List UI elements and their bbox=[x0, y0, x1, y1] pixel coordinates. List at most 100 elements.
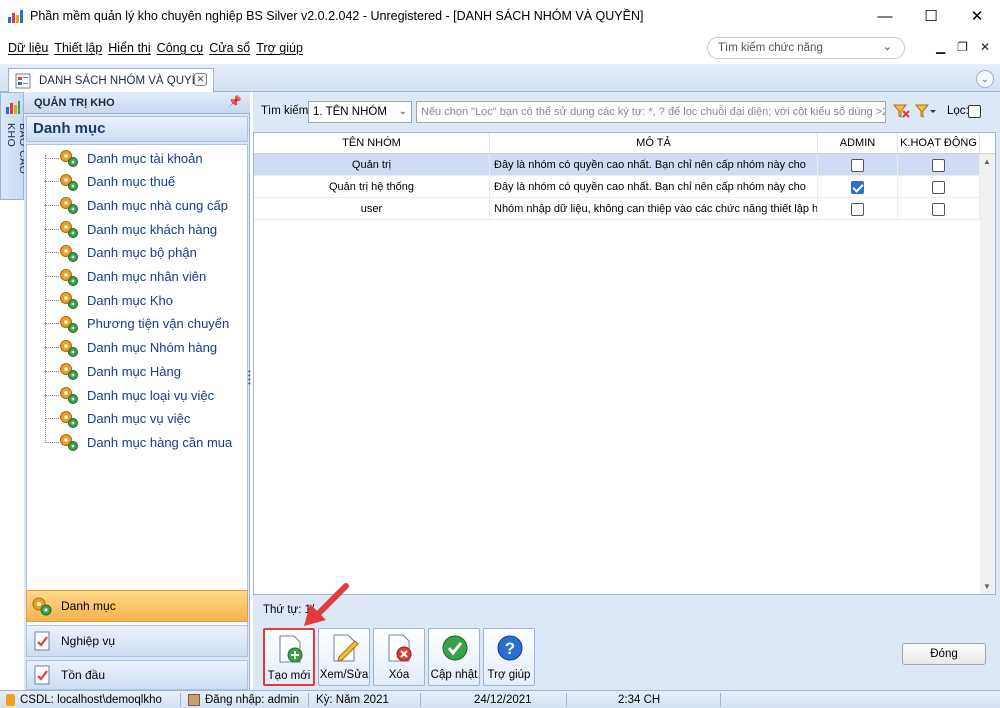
table-row[interactable]: Quản trị hệ thống Đây là nhóm có quyền ca… bbox=[254, 176, 980, 198]
search-field-select[interactable]: 1. TÊN NHÓM ⌄ bbox=[308, 101, 412, 123]
tree-item-hang[interactable]: Danh mục Hàng bbox=[45, 360, 181, 382]
gears-icon bbox=[31, 595, 53, 617]
close-button[interactable]: Đóng bbox=[902, 643, 986, 665]
nav-button-label: Nghiệp vụ bbox=[61, 634, 116, 648]
gears-icon bbox=[59, 432, 79, 452]
cell-admin bbox=[818, 154, 898, 176]
grid-header: TÊN NHÓM MÔ TẢ ADMIN K.HOẠT ĐỘNG bbox=[254, 133, 995, 154]
nav-button-nghiep-vu[interactable]: Nghiệp vụ bbox=[26, 625, 248, 657]
status-date: 24/12/2021 bbox=[474, 694, 532, 706]
menu-du-lieu[interactable]: Dữ liệu bbox=[8, 41, 48, 55]
tree-item-tai-khoan[interactable]: Danh mục tài khoản bbox=[45, 147, 203, 169]
nav-button-ton-dau[interactable]: Tồn đầu bbox=[26, 660, 248, 690]
vertical-scrollbar[interactable]: ▲ ▼ bbox=[980, 154, 995, 594]
admin-checkbox[interactable] bbox=[851, 202, 864, 216]
panel-header: QUẢN TRỊ KHO 📌 bbox=[24, 92, 250, 114]
tree-item-label: Danh mục vụ việc bbox=[87, 411, 191, 427]
cell-ten-nhom: user bbox=[254, 198, 490, 220]
tree-item-hang-can-mua[interactable]: Danh mục hàng cần mua bbox=[45, 431, 232, 453]
tree-item-khach-hang[interactable]: Danh mục khách hàng bbox=[45, 218, 217, 240]
vertical-splitter[interactable]: • • • • bbox=[248, 368, 252, 388]
menu-thiet-lap[interactable]: Thiết lập bbox=[54, 41, 102, 55]
tree-item-label: Danh mục Kho bbox=[87, 292, 173, 308]
new-button-label: Tạo mới bbox=[267, 670, 311, 682]
status-period: Kỳ: Năm 2021 bbox=[316, 694, 389, 706]
panel-header-title: QUẢN TRỊ KHO bbox=[34, 96, 115, 109]
inactive-checkbox[interactable] bbox=[932, 202, 945, 216]
side-tab-bao-cao-kho[interactable]: BÁO CÁO KHO bbox=[0, 92, 29, 200]
edit-button[interactable]: Xem/Sửa bbox=[318, 628, 370, 686]
search-field-value: 1. TÊN NHÓM bbox=[313, 106, 387, 118]
menu-tro-giup[interactable]: Trợ giúp bbox=[256, 41, 303, 55]
gears-icon bbox=[59, 314, 79, 334]
status-bar: CSDL: localhost\demoqlkho Đăng nhập: adm… bbox=[0, 690, 1000, 708]
cell-mo-ta: Nhóm nhập dữ liệu, không can thiệp vào c… bbox=[490, 198, 818, 220]
mdi-restore-button[interactable]: ❐ bbox=[957, 40, 968, 54]
menu-hien-thi[interactable]: Hiển thị bbox=[108, 41, 150, 55]
inactive-checkbox[interactable] bbox=[932, 158, 945, 172]
tree-item-nhom-hang[interactable]: Danh mục Nhóm hàng bbox=[45, 337, 217, 359]
update-button[interactable]: Cập nhật bbox=[428, 628, 480, 686]
chevron-down-icon: ⌄ bbox=[398, 106, 407, 117]
inactive-checkbox[interactable] bbox=[932, 180, 945, 194]
tree-item-vu-viec[interactable]: Danh mục vụ việc bbox=[45, 408, 190, 430]
tree-item-phuong-tien[interactable]: Phương tiện vận chuyển bbox=[45, 313, 229, 335]
scroll-down-icon[interactable]: ▼ bbox=[983, 582, 991, 591]
svg-text:?: ? bbox=[505, 639, 515, 658]
tree-item-thue[interactable]: Danh mục thuế bbox=[45, 171, 175, 193]
tab-danh-sach-nhom[interactable]: DANH SÁCH NHÓM VÀ QUYỀN ✕ bbox=[8, 68, 214, 92]
delete-document-icon bbox=[386, 633, 414, 663]
grid-document-icon bbox=[15, 73, 31, 89]
menu-cua-so[interactable]: Cửa sổ bbox=[209, 41, 250, 55]
table-row[interactable]: user Nhóm nhập dữ liệu, không can thiệp v… bbox=[254, 198, 980, 220]
tree-item-kho[interactable]: Danh mục Kho bbox=[45, 289, 173, 311]
maximize-button[interactable]: ☐ bbox=[908, 0, 954, 32]
mdi-close-button[interactable]: ✕ bbox=[980, 40, 990, 54]
tree-item-label: Danh mục khách hàng bbox=[87, 221, 218, 237]
column-header-ten-nhom[interactable]: TÊN NHÓM bbox=[254, 133, 490, 154]
mdi-minimize-button[interactable]: ▁ bbox=[936, 40, 945, 54]
column-header-k-hoat-dong[interactable]: K.HOẠT ĐỘNG bbox=[898, 133, 980, 154]
tab-list-dropdown-icon[interactable]: ⌄ bbox=[976, 70, 994, 88]
close-window-button[interactable]: ✕ bbox=[954, 0, 1000, 32]
delete-button[interactable]: Xóa bbox=[373, 628, 425, 686]
action-toolbar: Tạo mới Xem/Sửa Xóa Cập nhật ? Trợ giúp bbox=[253, 624, 1000, 690]
update-button-label: Cập nhật bbox=[430, 669, 478, 681]
table-row[interactable]: Quản trị Đây là nhóm có quyền cao nhất. B… bbox=[254, 154, 980, 176]
filter-checkbox[interactable] bbox=[968, 105, 981, 118]
cell-admin bbox=[818, 198, 898, 220]
help-button-label: Trợ giúp bbox=[487, 669, 531, 681]
help-button[interactable]: ? Trợ giúp bbox=[483, 628, 535, 686]
pin-icon[interactable]: 📌 bbox=[228, 95, 242, 108]
admin-checkbox[interactable] bbox=[851, 158, 864, 172]
column-header-admin[interactable]: ADMIN bbox=[818, 133, 898, 154]
function-search-combo[interactable]: Tìm kiếm chức năng ⌄ bbox=[707, 37, 905, 59]
tree-item-nhan-vien[interactable]: Danh mục nhân viên bbox=[45, 266, 206, 288]
scroll-up-icon[interactable]: ▲ bbox=[983, 157, 991, 166]
status-db-text: CSDL: localhost\demoqlkho bbox=[20, 694, 162, 706]
minimize-button[interactable]: — bbox=[862, 0, 908, 32]
nav-button-danh-muc[interactable]: Danh mục bbox=[26, 590, 248, 622]
filter-options-icon[interactable] bbox=[914, 103, 937, 122]
filter-label: Lọc: bbox=[947, 105, 969, 117]
tree-item-label: Danh mục hàng cần mua bbox=[87, 434, 233, 450]
new-button[interactable]: Tạo mới bbox=[263, 628, 315, 686]
clear-filter-icon[interactable] bbox=[892, 103, 911, 122]
column-header-mo-ta[interactable]: MÔ TẢ bbox=[490, 133, 818, 154]
tree-item-loai-vu-viec[interactable]: Danh mục loại vụ việc bbox=[45, 384, 214, 406]
group-permission-grid: TÊN NHÓM MÔ TẢ ADMIN K.HOẠT ĐỘNG Quản tr… bbox=[253, 132, 996, 595]
cell-ten-nhom: Quản trị bbox=[254, 154, 490, 176]
gears-icon bbox=[59, 148, 79, 168]
tab-close-icon[interactable]: ✕ bbox=[194, 73, 207, 86]
category-tree: Danh mục tài khoản Danh mục thuế Danh mục … bbox=[26, 144, 248, 645]
admin-checkbox[interactable] bbox=[851, 180, 864, 194]
menu-cong-cu[interactable]: Công cụ bbox=[157, 41, 204, 55]
gears-icon bbox=[59, 195, 79, 215]
document-check-icon bbox=[31, 630, 53, 652]
document-check-icon bbox=[31, 664, 53, 686]
bar-chart-icon bbox=[5, 99, 21, 115]
tree-item-nha-cung-cap[interactable]: Danh mục nhà cung cấp bbox=[45, 194, 228, 216]
tree-item-label: Danh mục nhà cung cấp bbox=[87, 197, 228, 213]
tree-item-bo-phan[interactable]: Danh mục bộ phận bbox=[45, 242, 197, 264]
search-input[interactable]: Nếu chọn "Lọc" bạn có thể sử dụng các ký… bbox=[416, 101, 886, 123]
